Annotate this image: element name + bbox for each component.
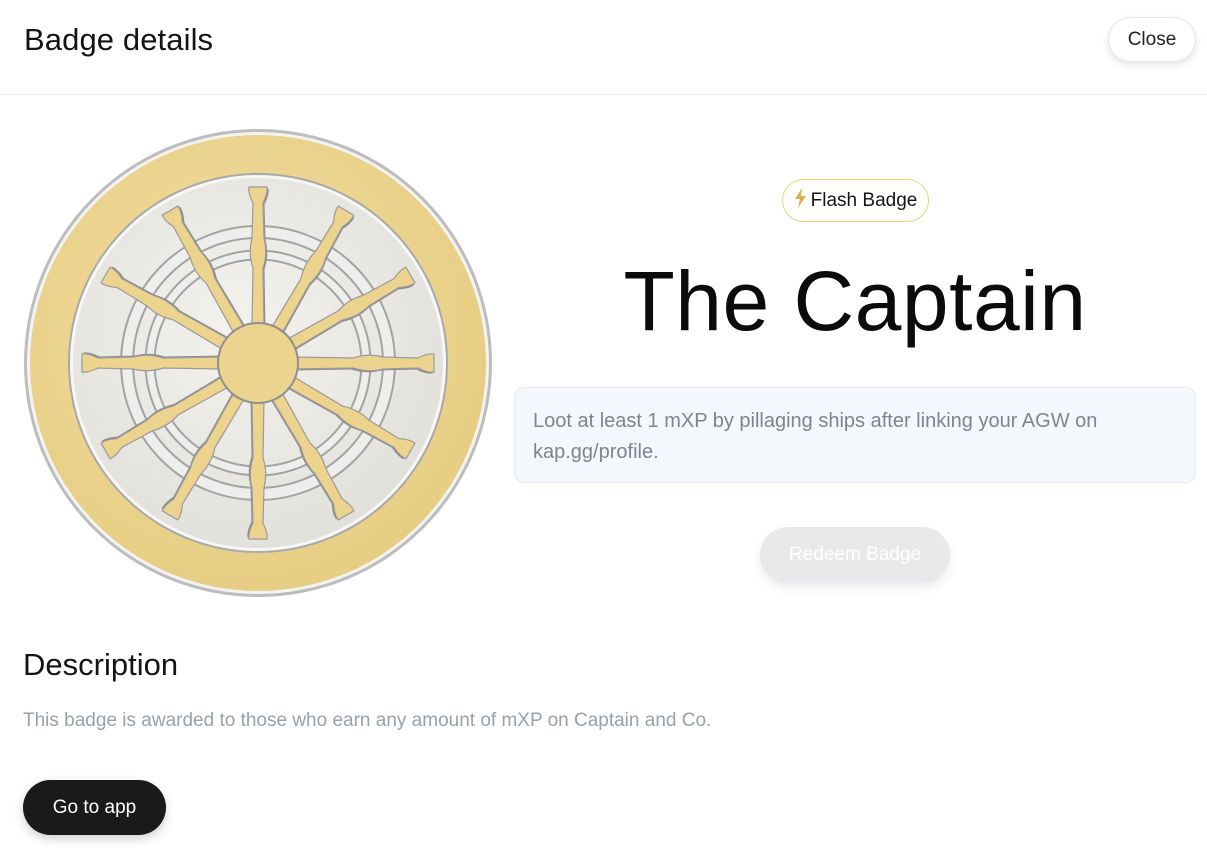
go-to-app-button[interactable]: Go to app <box>23 780 166 835</box>
badge-type-label: Flash Badge <box>810 189 918 211</box>
lightning-bolt-icon <box>794 187 807 214</box>
requirement-box: Loot at least 1 mXP by pillaging ships a… <box>514 387 1196 483</box>
redeem-badge-button[interactable]: Redeem Badge <box>760 527 950 583</box>
ship-wheel-icon <box>22 127 494 599</box>
badge-details-page: Badge details Close Flash Badge The Capt… <box>0 0 1207 850</box>
header: Badge details Close <box>0 0 1207 95</box>
page-title: Badge details <box>24 22 214 57</box>
flash-badge-tag: Flash Badge <box>782 179 929 222</box>
description-heading: Description <box>23 647 179 682</box>
close-button[interactable]: Close <box>1108 17 1196 62</box>
badge-name: The Captain <box>623 254 1087 348</box>
description-text: This badge is awarded to those who earn … <box>23 710 712 731</box>
